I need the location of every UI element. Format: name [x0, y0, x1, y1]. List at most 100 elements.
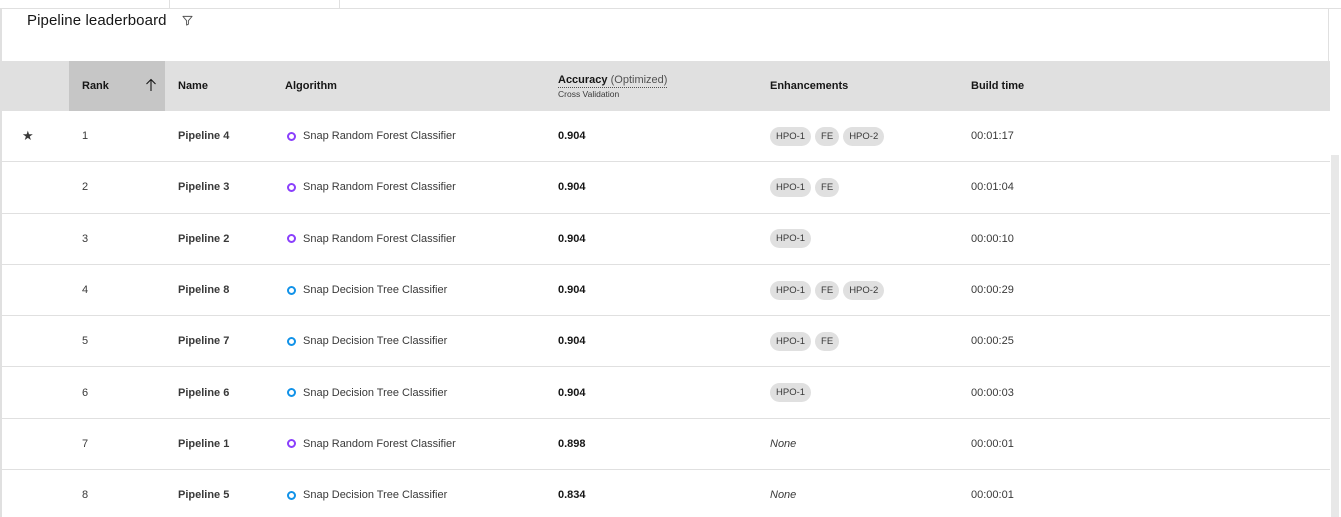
random-forest-icon	[287, 131, 296, 141]
algorithm-cell: Snap Decision Tree Classifier	[287, 470, 447, 517]
enhancements-cell: None	[770, 419, 796, 469]
accuracy-title: Accuracy	[558, 73, 608, 86]
table-body: ★ 1 Pipeline 4 Snap Random Forest Classifie…	[2, 111, 1330, 517]
filter-icon[interactable]	[181, 13, 195, 27]
accuracy-subtitle: Cross Validation	[558, 88, 620, 99]
enhancements-cell: None	[770, 470, 796, 517]
star-icon[interactable]	[22, 367, 38, 417]
table-row[interactable]: 8 Pipeline 5 Snap Decision Tree Classifier…	[2, 470, 1330, 517]
table-row[interactable]: 4 Pipeline 8 Snap Decision Tree Classifier…	[2, 264, 1330, 317]
algorithm-cell: Snap Decision Tree Classifier	[287, 265, 447, 315]
algorithm-cell: Snap Decision Tree Classifier	[287, 367, 447, 417]
pipeline-name-cell[interactable]: Pipeline 7	[178, 316, 229, 366]
table-row[interactable]: 5 Pipeline 7 Snap Decision Tree Classifier…	[2, 316, 1330, 368]
star-icon[interactable]	[22, 214, 38, 264]
rank-cell: 1	[82, 130, 89, 143]
build-time-cell: 00:01:17	[971, 130, 1014, 143]
pipeline-name-cell[interactable]: Pipeline 8	[178, 265, 229, 315]
rank-cell: 7	[82, 437, 89, 450]
algorithm-label: Snap Decision Tree Classifier	[303, 489, 448, 502]
pipeline-name-cell[interactable]: Pipeline 3	[178, 162, 229, 212]
algorithm-cell: Snap Random Forest Classifier	[287, 214, 456, 264]
column-header-accuracy[interactable]: Accuracy (Optimized) Cross Validation	[558, 61, 668, 111]
rank-cell: 4	[82, 284, 89, 297]
algorithm-label: Snap Random Forest Classifier	[303, 181, 456, 194]
table-row[interactable]: 6 Pipeline 6 Snap Decision Tree Classifier…	[2, 367, 1330, 419]
leaderboard-panel: Pipeline leaderboard Rank Name Algorithm…	[0, 0, 1341, 517]
enhancements-cell: HPO-1 FE HPO-2	[770, 111, 885, 161]
enhancement-tag: HPO-1	[770, 280, 812, 300]
algorithm-cell: Snap Random Forest Classifier	[287, 111, 456, 161]
leaderboard-table: Rank Name Algorithm Accuracy (Optimized)…	[2, 61, 1330, 517]
build-time-cell: 00:01:04	[971, 181, 1014, 194]
accuracy-cell: 0.904	[558, 181, 586, 194]
random-forest-icon	[287, 234, 296, 244]
enhancement-tag: FE	[815, 331, 840, 351]
algorithm-cell: Snap Decision Tree Classifier	[287, 316, 447, 366]
random-forest-icon	[287, 439, 296, 449]
table-row[interactable]: ★ 1 Pipeline 4 Snap Random Forest Classifie…	[2, 111, 1330, 163]
accuracy-cell: 0.834	[558, 489, 586, 502]
build-time-cell: 00:00:03	[971, 386, 1014, 399]
rank-cell: 5	[82, 335, 89, 348]
top-tab[interactable]	[170, 0, 340, 9]
pipeline-name-cell[interactable]: Pipeline 5	[178, 470, 229, 517]
star-icon[interactable]: ★	[22, 111, 38, 161]
accuracy-cell: 0.904	[558, 386, 586, 399]
sort-ascending-icon[interactable]	[145, 78, 157, 92]
accuracy-optimized-note: (Optimized)	[610, 73, 668, 86]
rank-cell: 2	[82, 181, 89, 194]
enhancement-tag: FE	[815, 280, 840, 300]
algorithm-label: Snap Random Forest Classifier	[303, 232, 456, 245]
enhancement-tag: HPO-1	[770, 331, 812, 351]
table-row[interactable]: 2 Pipeline 3 Snap Random Forest Classifier…	[2, 162, 1330, 214]
star-icon[interactable]	[22, 316, 38, 366]
accuracy-cell: 0.904	[558, 130, 586, 143]
pipeline-name-cell[interactable]: Pipeline 1	[178, 419, 229, 469]
enhancements-cell: HPO-1	[770, 367, 812, 417]
decision-tree-icon	[287, 336, 296, 346]
column-header-rank[interactable]: Rank	[69, 61, 165, 111]
enhancements-none: None	[770, 489, 797, 502]
rank-cell: 6	[82, 386, 89, 399]
table-header: Rank Name Algorithm Accuracy (Optimized)…	[2, 61, 1330, 111]
accuracy-cell: 0.904	[558, 232, 586, 245]
enhancements-cell: HPO-1	[770, 214, 812, 264]
algorithm-cell: Snap Random Forest Classifier	[287, 162, 456, 212]
star-icon[interactable]	[22, 162, 38, 212]
table-row[interactable]: 7 Pipeline 1 Snap Random Forest Classifier…	[2, 418, 1330, 471]
enhancements-cell: HPO-1 FE	[770, 162, 840, 212]
vertical-scrollbar[interactable]	[1331, 155, 1339, 517]
column-header-enhancements[interactable]: Enhancements	[770, 61, 848, 111]
decision-tree-icon	[287, 388, 296, 398]
algorithm-label: Snap Random Forest Classifier	[303, 437, 456, 450]
build-time-cell: 00:00:01	[971, 489, 1014, 502]
leaderboard-header: Pipeline leaderboard	[27, 10, 195, 30]
pipeline-name-cell[interactable]: Pipeline 4	[178, 111, 229, 161]
random-forest-icon	[287, 182, 296, 192]
enhancement-tag: HPO-1	[770, 177, 812, 197]
accuracy-cell: 0.904	[558, 284, 586, 297]
accuracy-cell: 0.904	[558, 335, 586, 348]
table-row[interactable]: 3 Pipeline 2 Snap Random Forest Classifier…	[2, 213, 1330, 265]
enhancements-cell: HPO-1 FE	[770, 316, 840, 366]
algorithm-label: Snap Random Forest Classifier	[303, 130, 456, 143]
build-time-cell: 00:00:25	[971, 335, 1014, 348]
column-header-name[interactable]: Name	[178, 61, 208, 111]
pipeline-name-cell[interactable]: Pipeline 6	[178, 367, 229, 417]
decision-tree-icon	[287, 285, 296, 295]
enhancements-cell: HPO-1 FE HPO-2	[770, 265, 885, 315]
top-tab-strip	[0, 0, 1341, 9]
enhancement-tag: HPO-1	[770, 126, 812, 146]
column-header-algorithm[interactable]: Algorithm	[285, 61, 337, 111]
build-time-cell: 00:00:01	[971, 437, 1014, 450]
star-icon[interactable]	[22, 470, 38, 517]
column-header-build-time[interactable]: Build time	[971, 61, 1024, 111]
top-tab[interactable]	[0, 0, 170, 9]
star-icon[interactable]	[22, 265, 38, 315]
enhancement-tag: HPO-1	[770, 383, 812, 403]
pipeline-name-cell[interactable]: Pipeline 2	[178, 214, 229, 264]
build-time-cell: 00:00:29	[971, 284, 1014, 297]
star-icon[interactable]	[22, 419, 38, 469]
rank-cell: 8	[82, 489, 89, 502]
